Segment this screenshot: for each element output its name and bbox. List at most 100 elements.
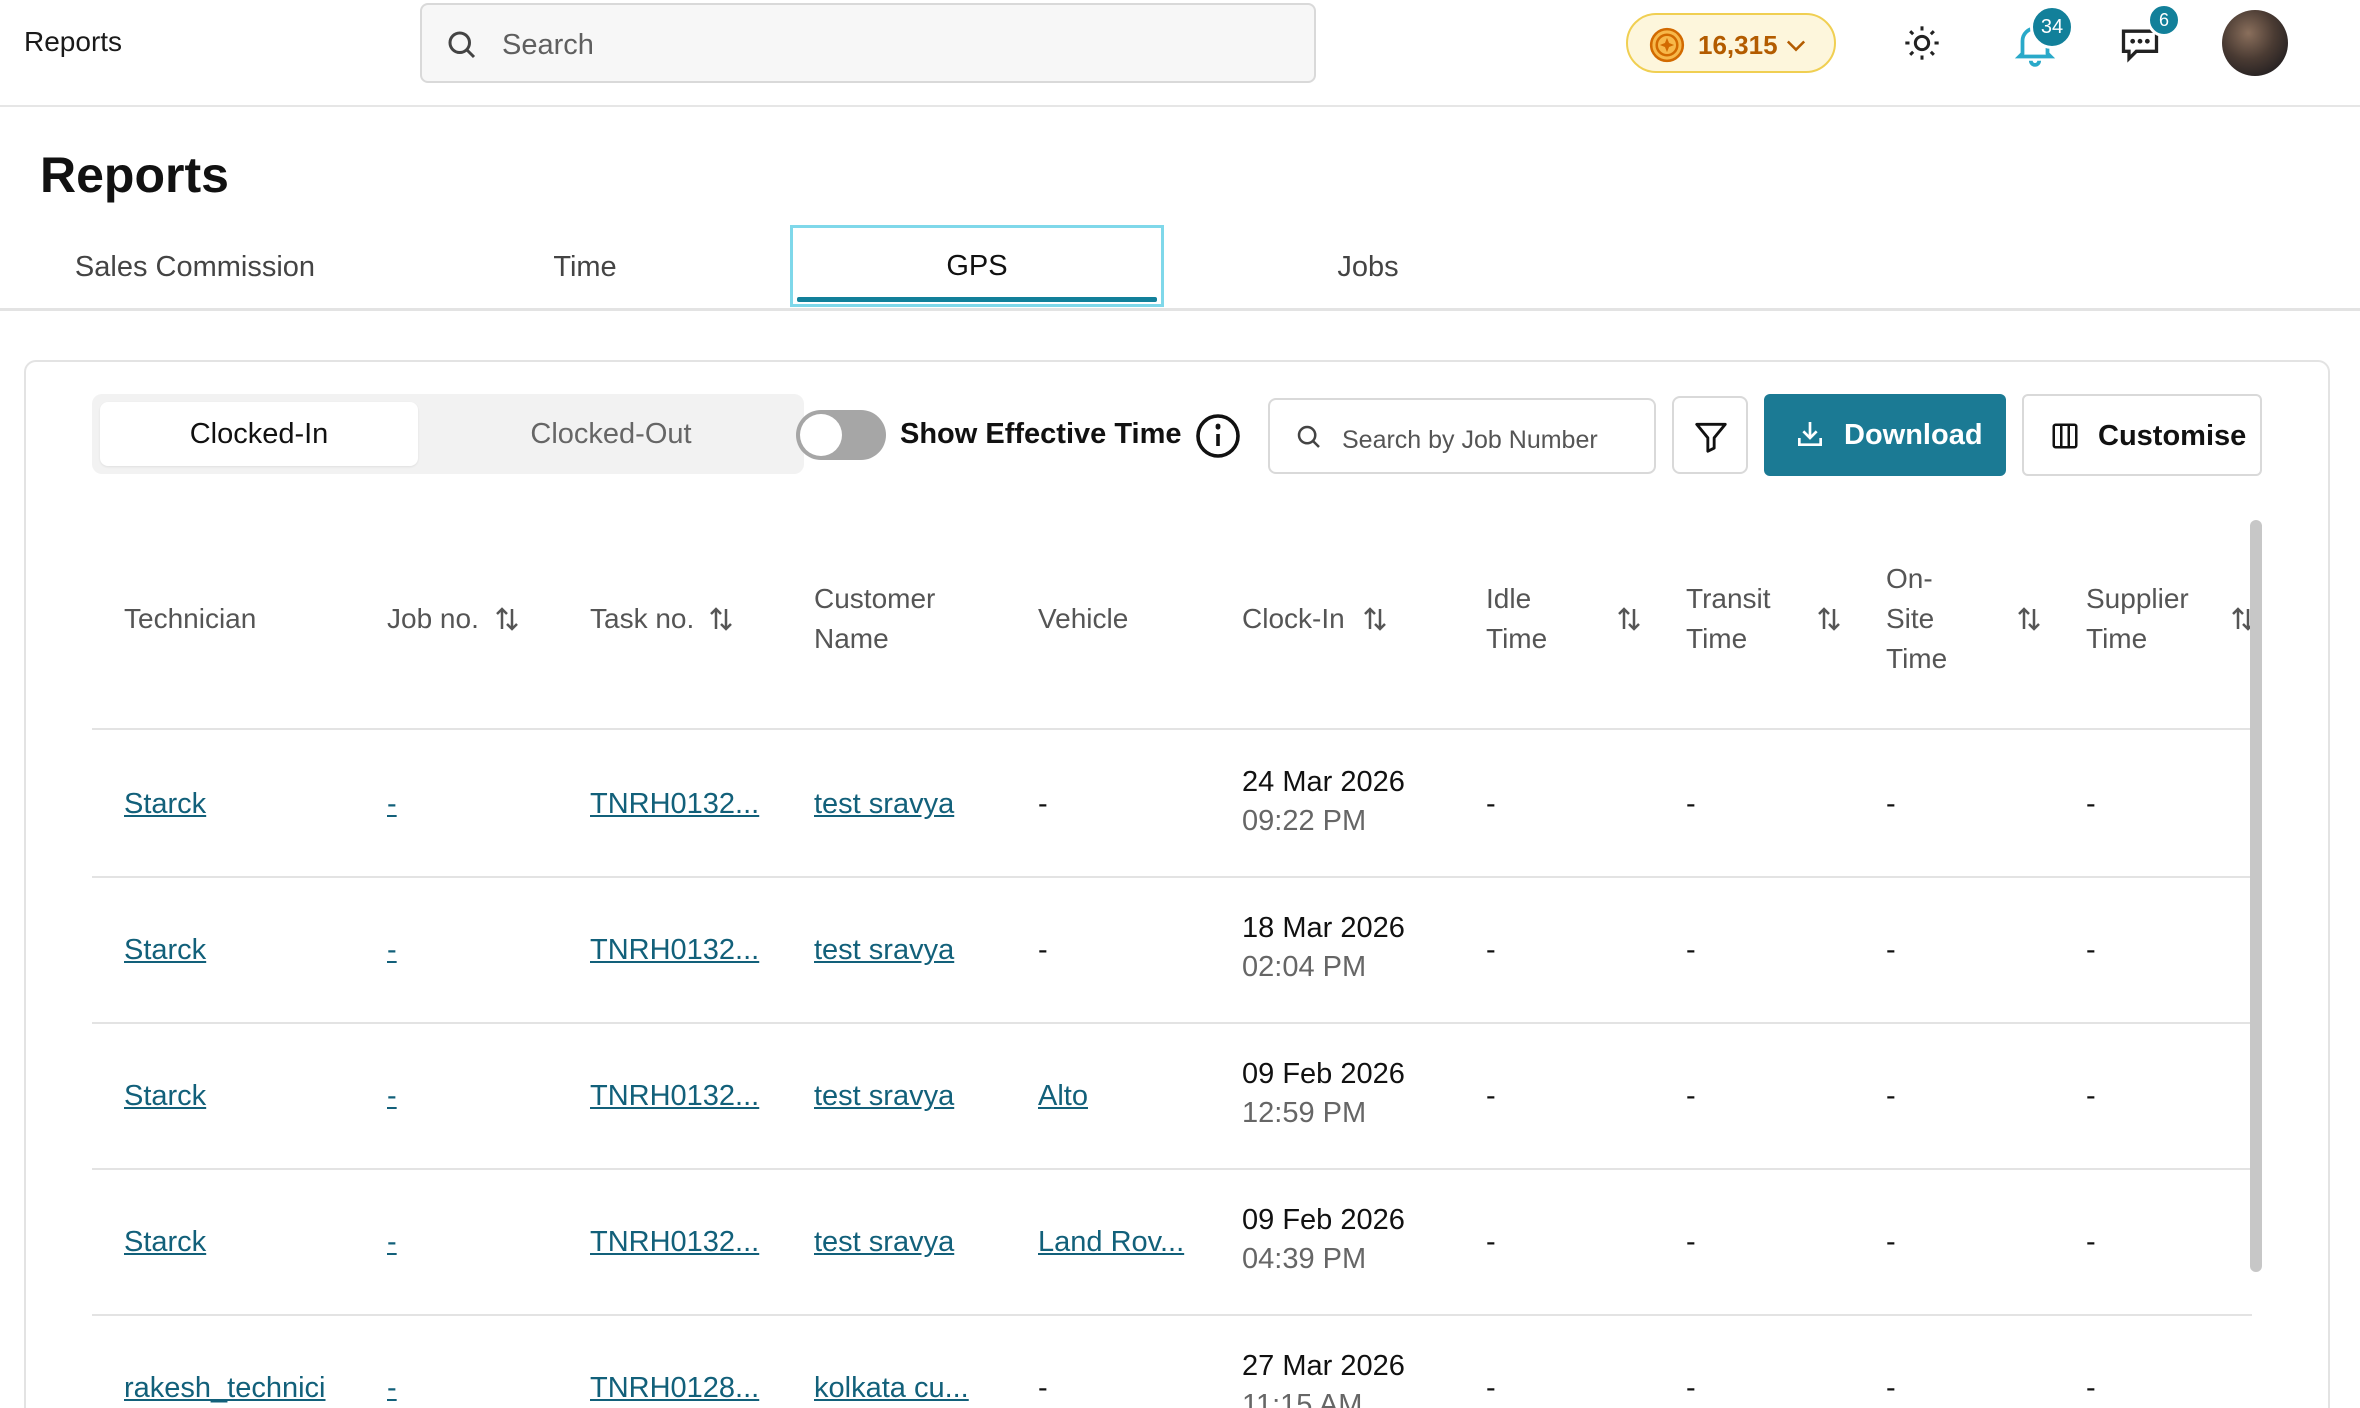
tab-gps[interactable]: GPS: [790, 225, 1164, 307]
technician-link[interactable]: Starck: [124, 1226, 206, 1259]
idle-time-value: -: [1486, 1372, 1496, 1404]
vehicle-link[interactable]: Alto: [1038, 1080, 1088, 1113]
transit-time-value: -: [1686, 1080, 1696, 1112]
filter-button[interactable]: [1672, 396, 1748, 474]
supplier-time-value: -: [2086, 1372, 2096, 1404]
job-no-link[interactable]: -: [387, 788, 397, 821]
transit-time-value: -: [1686, 934, 1696, 966]
report-tabs: Sales Commission Time GPS Jobs: [0, 225, 2360, 311]
clock-in-time: 12:59 PM: [1242, 1097, 1367, 1129]
on-site-time-value: -: [1886, 934, 1896, 966]
clock-in-time: 09:22 PM: [1242, 805, 1367, 837]
column-header-idle-time[interactable]: Idle Time: [1486, 579, 1547, 659]
job-no-link[interactable]: -: [387, 1080, 397, 1113]
coins-dropdown[interactable]: 16,315: [1626, 13, 1836, 73]
on-site-time-value: -: [1886, 788, 1896, 820]
sort-icon[interactable]: [706, 604, 736, 634]
table-row: rakesh_technici - TNRH0128... kolkata cu…: [92, 1316, 2252, 1408]
sort-icon[interactable]: [1614, 604, 1644, 634]
theme-toggle-sun-icon[interactable]: [1902, 23, 1942, 63]
sort-icon[interactable]: [1814, 604, 1844, 634]
clock-in-value: 24 Mar 2026 09:22 PM: [1242, 766, 1405, 838]
toggle-knob: [800, 414, 842, 456]
column-header-vehicle: Vehicle: [1038, 603, 1129, 634]
job-number-search-input[interactable]: Search by Job Number: [1268, 398, 1656, 474]
task-no-link[interactable]: TNRH0128...: [590, 1372, 759, 1405]
active-tab-indicator: [797, 297, 1157, 302]
technician-link[interactable]: rakesh_technici: [124, 1372, 326, 1405]
column-header-clock-in[interactable]: Clock-In: [1242, 599, 1345, 639]
job-no-link[interactable]: -: [387, 934, 397, 967]
global-search-placeholder: Search: [502, 29, 594, 61]
chevron-down-icon: [1786, 40, 1806, 52]
sort-icon[interactable]: [492, 604, 522, 634]
sort-icon[interactable]: [2014, 604, 2044, 634]
job-no-link[interactable]: -: [387, 1226, 397, 1259]
vehicle-value: -: [1038, 1372, 1048, 1404]
table-header: Technician Job no. Task no. Customer Nam…: [92, 512, 2254, 730]
global-search-input[interactable]: Search: [420, 3, 1316, 83]
technician-link[interactable]: Starck: [124, 788, 206, 821]
technician-link[interactable]: Starck: [124, 934, 206, 967]
column-header-transit-time[interactable]: Transit Time: [1686, 579, 1771, 659]
customer-link[interactable]: test sravya: [814, 1080, 954, 1113]
download-button[interactable]: Download: [1764, 394, 2006, 476]
supplier-time-value: -: [2086, 788, 2096, 820]
clock-in-date: 18 Mar 2026: [1242, 912, 1405, 944]
technician-link[interactable]: Starck: [124, 1080, 206, 1113]
task-no-link[interactable]: TNRH0132...: [590, 934, 759, 967]
customer-link[interactable]: kolkata cu...: [814, 1372, 969, 1405]
task-no-link[interactable]: TNRH0132...: [590, 1080, 759, 1113]
segment-clocked-out[interactable]: Clocked-Out: [452, 402, 770, 466]
table-row: Starck - TNRH0132... test sravya - 24 Ma…: [92, 732, 2252, 878]
sort-icon[interactable]: [1360, 604, 1390, 634]
column-header-customer-name: Customer Name: [814, 583, 936, 654]
effective-time-label: Show Effective Time: [900, 418, 1182, 450]
customer-link[interactable]: test sravya: [814, 934, 954, 967]
job-no-link[interactable]: -: [387, 1372, 397, 1405]
clock-in-date: 27 Mar 2026: [1242, 1350, 1405, 1382]
effective-time-toggle[interactable]: [796, 410, 886, 460]
vehicle-value: -: [1038, 788, 1048, 820]
customer-link[interactable]: test sravya: [814, 1226, 954, 1259]
filter-icon: [1695, 422, 1727, 453]
supplier-time-value: -: [2086, 934, 2096, 966]
supplier-time-value: -: [2086, 1226, 2096, 1258]
column-header-on-site-time[interactable]: On- Site Time: [1886, 559, 1947, 679]
transit-time-value: -: [1686, 1226, 1696, 1258]
column-header-job-no[interactable]: Job no.: [387, 599, 479, 639]
coin-icon: [1649, 27, 1685, 63]
top-bar: Reports Search 16,315 34 6: [0, 0, 2360, 107]
table-scrollbar[interactable]: [2250, 520, 2262, 1272]
table-row: Starck - TNRH0132... test sravya Land Ro…: [92, 1170, 2252, 1316]
idle-time-value: -: [1486, 934, 1496, 966]
on-site-time-value: -: [1886, 1080, 1896, 1112]
search-icon: [448, 31, 476, 59]
task-no-link[interactable]: TNRH0132...: [590, 788, 759, 821]
idle-time-value: -: [1486, 1226, 1496, 1258]
info-icon[interactable]: [1194, 412, 1242, 460]
supplier-time-value: -: [2086, 1080, 2096, 1112]
transit-time-value: -: [1686, 1372, 1696, 1404]
tab-time[interactable]: Time: [430, 225, 740, 309]
task-no-link[interactable]: TNRH0132...: [590, 1226, 759, 1259]
notifications-badge: 34: [2030, 5, 2074, 49]
coins-value: 16,315: [1698, 30, 1778, 60]
columns-icon: [2052, 423, 2078, 449]
segment-clocked-in[interactable]: Clocked-In: [100, 402, 418, 466]
page-title: Reports: [40, 147, 229, 203]
clock-in-value: 09 Feb 2026 12:59 PM: [1242, 1058, 1405, 1130]
customer-link[interactable]: test sravya: [814, 788, 954, 821]
customise-button[interactable]: Customise: [2022, 394, 2262, 476]
table-row: Starck - TNRH0132... test sravya - 18 Ma…: [92, 878, 2252, 1024]
tab-sales-commission[interactable]: Sales Commission: [40, 225, 350, 309]
tab-gps-label: GPS: [946, 250, 1008, 282]
idle-time-value: -: [1486, 1080, 1496, 1112]
column-header-supplier-time[interactable]: Supplier Time: [2086, 579, 2189, 659]
user-avatar[interactable]: [2222, 10, 2288, 76]
clock-in-date: 09 Feb 2026: [1242, 1058, 1405, 1090]
tab-jobs[interactable]: Jobs: [1210, 225, 1526, 309]
vehicle-link[interactable]: Land Rov...: [1038, 1226, 1184, 1259]
column-header-task-no[interactable]: Task no.: [590, 599, 694, 639]
transit-time-value: -: [1686, 788, 1696, 820]
